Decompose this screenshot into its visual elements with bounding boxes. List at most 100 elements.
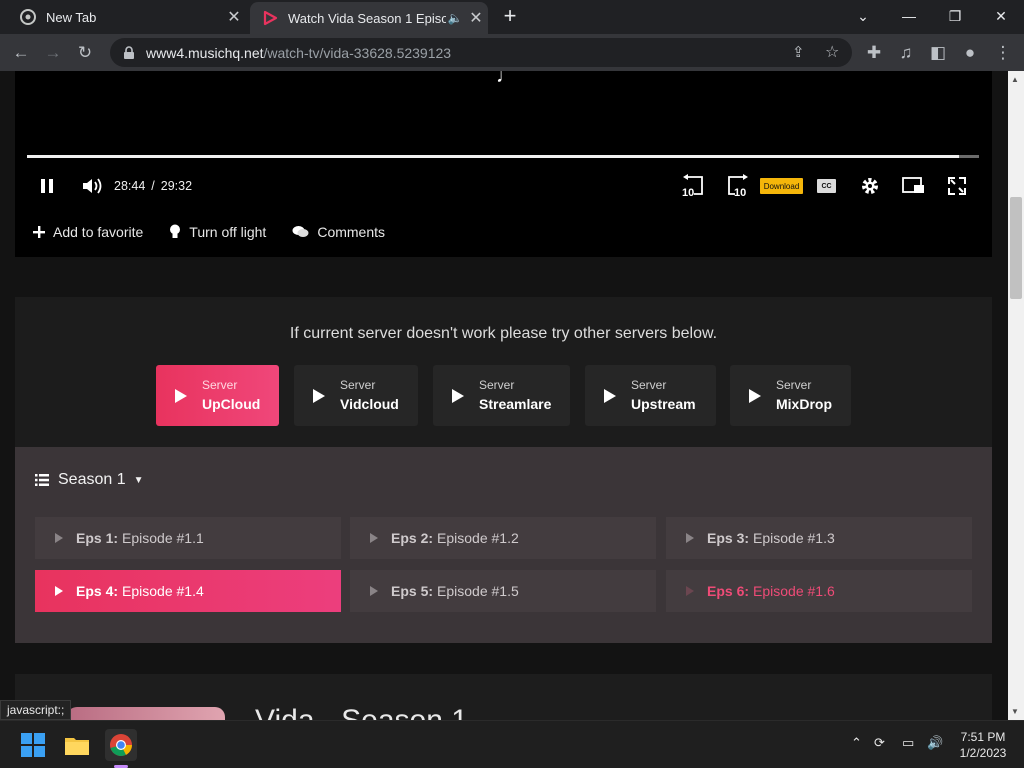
volume-icon[interactable] bbox=[81, 175, 103, 197]
server-upstream-button[interactable]: Server Upstream bbox=[585, 365, 716, 426]
link-status-bar: javascript:; bbox=[0, 700, 72, 720]
episode-title: Episode #1.5 bbox=[437, 583, 519, 599]
url-host: www4.musichq.net bbox=[146, 44, 264, 61]
episode-number: Eps 1: bbox=[76, 530, 119, 546]
time-separator: / bbox=[151, 179, 155, 193]
page-scrollbar[interactable]: ▲ ▼ bbox=[1008, 71, 1024, 720]
forward-icon[interactable]: → bbox=[40, 40, 66, 66]
clock-date: 1/2/2023 bbox=[959, 746, 1007, 760]
picture-in-picture-icon[interactable] bbox=[902, 175, 926, 197]
tab-title: New Tab bbox=[46, 9, 97, 25]
network-icon[interactable]: ▭ bbox=[902, 735, 914, 751]
server-name: Streamlare bbox=[479, 395, 552, 412]
captions-button[interactable]: CC bbox=[817, 179, 836, 193]
music-note-icon: ♩ bbox=[496, 71, 516, 87]
tab-search-icon[interactable]: ⌄ bbox=[840, 0, 886, 32]
scroll-down-icon[interactable]: ▼ bbox=[1011, 707, 1019, 716]
side-panel-icon[interactable]: ◧ bbox=[925, 40, 951, 66]
bookmark-star-icon[interactable]: ☆ bbox=[825, 42, 839, 62]
extensions-icon[interactable]: ✚ bbox=[861, 40, 887, 66]
sync-icon[interactable]: ⟳ bbox=[874, 735, 885, 751]
list-icon bbox=[35, 474, 49, 486]
tab-watch-vida[interactable]: Watch Vida Season 1 Episode 🔈 ✕ bbox=[250, 2, 488, 34]
fullscreen-icon[interactable] bbox=[948, 175, 966, 197]
pause-icon[interactable] bbox=[39, 175, 55, 197]
audio-playing-icon[interactable]: 🔈 bbox=[446, 11, 464, 25]
reload-icon[interactable]: ↻ bbox=[72, 40, 98, 66]
new-tab-icon[interactable]: + bbox=[498, 5, 522, 29]
play-icon bbox=[55, 586, 63, 596]
play-icon bbox=[370, 533, 378, 543]
video-progress-bar[interactable] bbox=[27, 155, 979, 158]
download-button[interactable]: Download bbox=[760, 178, 803, 194]
add-favorite-button[interactable]: Add to favorite bbox=[33, 224, 143, 240]
server-selector: If current server doesn't work please tr… bbox=[15, 297, 992, 447]
windows-start-icon[interactable] bbox=[17, 729, 49, 761]
media-control-icon[interactable]: ♫ bbox=[893, 40, 919, 66]
browser-toolbar: ← → ↻ www4.musichq.net/watch-tv/vida-336… bbox=[0, 34, 1024, 71]
server-upcloud-button[interactable]: Server UpCloud bbox=[156, 365, 279, 426]
chrome-icon bbox=[20, 9, 36, 25]
rewind-10-icon[interactable]: 10 bbox=[680, 174, 708, 198]
time-display: 28:44 / 29:32 bbox=[114, 175, 192, 197]
server-mixdrop-button[interactable]: Server MixDrop bbox=[730, 365, 851, 426]
plus-icon bbox=[33, 226, 45, 238]
scrollbar-thumb[interactable] bbox=[1010, 197, 1022, 299]
episode-2-button[interactable]: Eps 2: Episode #1.2 bbox=[350, 517, 656, 559]
close-window-icon[interactable]: ✕ bbox=[978, 0, 1024, 32]
profile-icon[interactable]: ● bbox=[957, 40, 983, 66]
menu-icon[interactable]: ⋮ bbox=[990, 40, 1016, 66]
server-vidcloud-button[interactable]: Server Vidcloud bbox=[294, 365, 418, 426]
minimize-icon[interactable]: — bbox=[886, 0, 932, 32]
play-icon bbox=[604, 388, 616, 403]
episode-number: Eps 2: bbox=[391, 530, 434, 546]
progress-fill bbox=[27, 155, 959, 158]
server-streamlare-button[interactable]: Server Streamlare bbox=[433, 365, 570, 426]
server-caption: Server bbox=[631, 377, 667, 392]
turn-off-light-button[interactable]: Turn off light bbox=[169, 224, 266, 240]
server-message: If current server doesn't work please tr… bbox=[289, 325, 718, 342]
player-actions: Add to favorite Turn off light Comments bbox=[15, 219, 411, 245]
play-icon bbox=[370, 586, 378, 596]
speaker-icon[interactable]: 🔊 bbox=[927, 735, 943, 751]
tab-new-tab[interactable]: New Tab ✕ bbox=[8, 0, 246, 34]
play-icon bbox=[686, 586, 694, 596]
season-label: Season 1 bbox=[58, 471, 126, 488]
play-icon bbox=[175, 388, 187, 403]
season-dropdown[interactable]: Season 1 ▼ bbox=[35, 471, 144, 489]
browser-tab-bar: New Tab ✕ Watch Vida Season 1 Episode 🔈 … bbox=[0, 0, 1024, 34]
settings-gear-icon[interactable] bbox=[860, 175, 880, 197]
server-caption: Server bbox=[340, 377, 376, 392]
play-icon bbox=[55, 533, 63, 543]
comments-label: Comments bbox=[317, 224, 386, 240]
play-icon bbox=[749, 388, 761, 403]
forward-10-icon[interactable]: 10 bbox=[723, 174, 751, 198]
play-icon bbox=[452, 388, 464, 403]
system-clock[interactable]: 7:51 PM 1/2/2023 bbox=[950, 729, 1016, 761]
share-icon[interactable]: ⇪ bbox=[792, 43, 805, 61]
episode-title: Episode #1.6 bbox=[753, 583, 835, 599]
episode-number: Eps 3: bbox=[707, 530, 750, 546]
episode-title: Episode #1.1 bbox=[122, 530, 204, 546]
episode-6-button[interactable]: Eps 6: Episode #1.6 bbox=[666, 570, 972, 612]
episode-list: Season 1 ▼ Eps 1: Episode #1.1 Eps 2: Epis… bbox=[15, 447, 992, 643]
lightbulb-icon bbox=[170, 224, 181, 238]
comments-icon bbox=[292, 226, 309, 237]
address-bar[interactable]: www4.musichq.net/watch-tv/vida-33628.523… bbox=[110, 38, 852, 67]
show-poster[interactable] bbox=[67, 707, 225, 720]
back-icon[interactable]: ← bbox=[8, 40, 34, 66]
comments-button[interactable]: Comments bbox=[292, 224, 385, 240]
file-explorer-icon[interactable] bbox=[61, 729, 93, 761]
turn-off-light-label: Turn off light bbox=[189, 224, 267, 240]
chrome-taskbar-icon[interactable] bbox=[105, 729, 137, 761]
episode-3-button[interactable]: Eps 3: Episode #1.3 bbox=[666, 517, 972, 559]
restore-icon[interactable]: ❐ bbox=[932, 0, 978, 32]
show-hidden-icons[interactable]: ⌃ bbox=[851, 735, 862, 751]
tab-title: Watch Vida Season 1 Episode bbox=[288, 10, 446, 26]
episode-4-button[interactable]: Eps 4: Episode #1.4 bbox=[35, 570, 341, 612]
episode-1-button[interactable]: Eps 1: Episode #1.1 bbox=[35, 517, 341, 559]
scroll-up-icon[interactable]: ▲ bbox=[1011, 75, 1019, 84]
close-tab-icon[interactable]: ✕ bbox=[222, 7, 246, 27]
close-tab-icon[interactable]: ✕ bbox=[464, 8, 488, 28]
episode-5-button[interactable]: Eps 5: Episode #1.5 bbox=[350, 570, 656, 612]
